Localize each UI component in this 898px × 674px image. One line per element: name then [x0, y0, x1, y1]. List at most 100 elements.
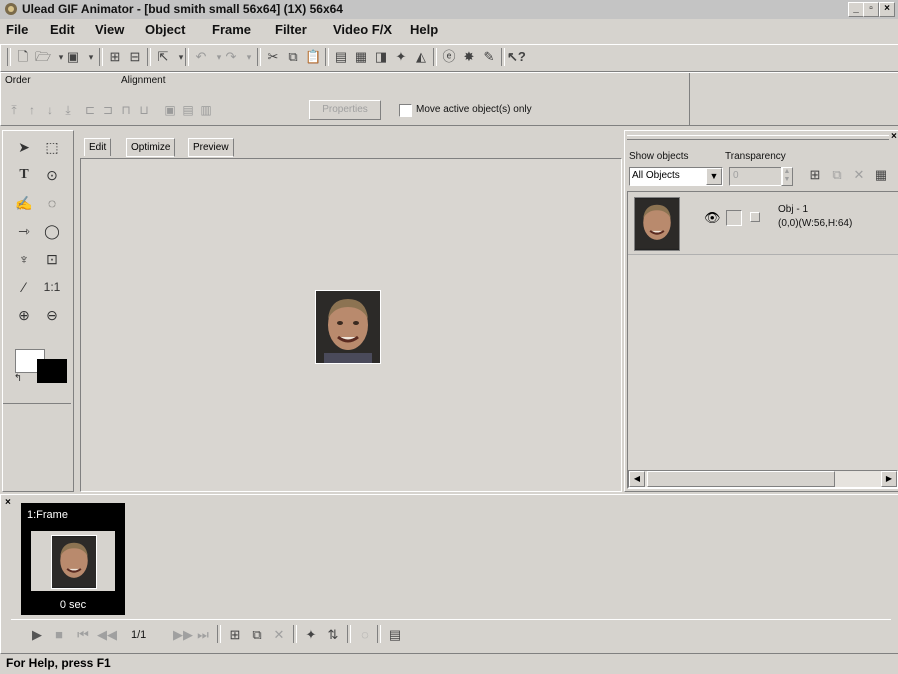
- menu-view[interactable]: View: [95, 22, 124, 37]
- restore-button[interactable]: ▫: [863, 2, 879, 17]
- menu-frame[interactable]: Frame: [212, 22, 251, 37]
- optimize-icon[interactable]: ◨: [373, 49, 389, 65]
- scroll-thumb[interactable]: [647, 471, 835, 487]
- frame-properties-icon[interactable]: ▤: [333, 49, 349, 65]
- canvas-image[interactable]: [315, 290, 381, 364]
- scroll-left-icon[interactable]: ◀: [629, 471, 645, 487]
- foreground-color-swatch[interactable]: [37, 359, 67, 383]
- animation-wizard-icon[interactable]: ✸: [461, 49, 477, 65]
- context-help-icon[interactable]: ↖?: [507, 49, 526, 65]
- save-icon[interactable]: ▣: [65, 49, 81, 65]
- tab-optimize[interactable]: Optimize: [126, 138, 176, 157]
- object-properties-icon[interactable]: ▦: [873, 167, 889, 183]
- ellipse-marquee-icon[interactable]: ⊙: [41, 165, 63, 185]
- last-frame-icon[interactable]: ⏭: [195, 627, 211, 643]
- next-frame-icon[interactable]: ▶▶: [173, 627, 193, 643]
- menu-object[interactable]: Object: [145, 22, 185, 37]
- onion-skin-icon[interactable]: ◌: [357, 627, 373, 643]
- horizontal-scrollbar[interactable]: ◀ ▶: [628, 470, 898, 488]
- crop-tool-icon[interactable]: ⊡: [41, 249, 63, 269]
- export-icon[interactable]: ⇱: [155, 49, 171, 65]
- menu-filter[interactable]: Filter: [275, 22, 307, 37]
- delete-object-icon[interactable]: ✕: [851, 167, 867, 183]
- minimize-button[interactable]: _: [848, 2, 864, 17]
- properties-button[interactable]: Properties: [309, 100, 381, 120]
- align-bottom-icon[interactable]: ▤: [181, 103, 195, 117]
- transparency-input[interactable]: 0: [729, 167, 783, 186]
- duplicate-object-icon[interactable]: ⧉: [829, 167, 845, 183]
- frame-properties-icon[interactable]: ▤: [387, 627, 403, 643]
- panel-grip[interactable]: [627, 135, 889, 140]
- reverse-frames-icon[interactable]: ⇅: [325, 627, 341, 643]
- tab-edit[interactable]: Edit: [84, 138, 112, 156]
- magic-wand-icon[interactable]: ◯: [41, 221, 63, 241]
- bring-to-front-icon[interactable]: ⤒: [7, 103, 21, 117]
- move-active-checkbox[interactable]: [399, 104, 412, 117]
- new-object-icon[interactable]: ⊞: [807, 167, 823, 183]
- previous-frame-icon[interactable]: ◀◀: [97, 627, 117, 643]
- zoom-in-icon[interactable]: ⊕: [13, 305, 35, 325]
- menu-video-fx[interactable]: Video F/X: [333, 22, 392, 37]
- bring-forward-icon[interactable]: ↑: [25, 103, 39, 117]
- tween-frames-icon[interactable]: ✦: [303, 627, 319, 643]
- eraser-tool-icon[interactable]: ⇾: [13, 221, 35, 241]
- scroll-right-icon[interactable]: ▶: [881, 471, 897, 487]
- chevron-down-icon[interactable]: ▼: [706, 168, 722, 185]
- new-file-icon[interactable]: 🗋: [15, 49, 31, 65]
- transparency-spinner[interactable]: ▲ ▼: [781, 167, 793, 186]
- object-properties-icon[interactable]: ▦: [353, 49, 369, 65]
- align-right-icon[interactable]: ⊓: [119, 103, 133, 117]
- browser-preview-icon[interactable]: ⓔ: [441, 49, 457, 65]
- send-to-back-icon[interactable]: ⤓: [61, 103, 75, 117]
- swap-colors-icon[interactable]: ↰: [7, 369, 29, 389]
- edit-image-icon[interactable]: ✎: [481, 49, 497, 65]
- tab-preview[interactable]: Preview: [188, 138, 234, 157]
- zoom-out-icon[interactable]: ⊖: [41, 305, 63, 325]
- pick-tool-icon[interactable]: ➤: [13, 137, 35, 157]
- paste-icon[interactable]: 📋: [305, 49, 321, 65]
- eye-icon[interactable]: 👁: [704, 210, 721, 226]
- add-frame-icon[interactable]: ⊞: [227, 627, 243, 643]
- first-frame-icon[interactable]: ⏮: [75, 627, 91, 643]
- open-file-icon[interactable]: 🗁: [35, 49, 51, 65]
- eyedropper-icon[interactable]: ⁄: [13, 277, 35, 297]
- frame-thumbnail[interactable]: 1:Frame 0 sec: [21, 503, 125, 615]
- undo-icon[interactable]: ↶: [193, 49, 209, 65]
- delete-frame-icon[interactable]: ✕: [271, 627, 287, 643]
- cut-icon[interactable]: ✂: [265, 49, 281, 65]
- align-left-icon[interactable]: ⊏: [83, 103, 97, 117]
- copy-icon[interactable]: ⧉: [285, 49, 301, 65]
- brush-tool-icon[interactable]: ✍: [13, 193, 35, 213]
- align-center-icon[interactable]: ⊐: [101, 103, 115, 117]
- save-dropdown-icon[interactable]: ▾: [83, 49, 99, 65]
- lasso-tool-icon[interactable]: ◌: [41, 193, 63, 213]
- menu-file[interactable]: File: [6, 22, 28, 37]
- tween-icon[interactable]: ✦: [393, 49, 409, 65]
- duplicate-frame-icon[interactable]: ⧉: [249, 627, 265, 643]
- align-middle-icon[interactable]: ▣: [163, 103, 177, 117]
- panel-close-icon[interactable]: ×: [891, 131, 897, 142]
- object-name: Obj - 1: [778, 204, 809, 215]
- menu-edit[interactable]: Edit: [50, 22, 75, 37]
- play-icon[interactable]: ▶: [29, 627, 45, 643]
- align-canvas-icon[interactable]: ▥: [199, 103, 213, 117]
- image-canvas[interactable]: [80, 158, 622, 492]
- stop-icon[interactable]: ■: [51, 627, 67, 643]
- list-item[interactable]: 👁 Obj - 1 (0,0)(W:56,H:64): [628, 192, 898, 255]
- align-top-icon[interactable]: ⊔: [137, 103, 151, 117]
- menu-help[interactable]: Help: [410, 22, 438, 37]
- redo-dropdown-icon[interactable]: ▾: [241, 49, 257, 65]
- frame-panel-close-icon[interactable]: ×: [5, 497, 11, 508]
- banner-text-icon[interactable]: ◭: [413, 49, 429, 65]
- actual-size-icon[interactable]: 1:1: [41, 277, 63, 297]
- close-button[interactable]: ×: [879, 2, 895, 17]
- show-objects-select[interactable]: All Objects ▼: [629, 167, 723, 186]
- fill-tool-icon[interactable]: ♆: [13, 249, 35, 269]
- add-image-icon[interactable]: ⊞: [107, 49, 123, 65]
- text-tool-icon[interactable]: T: [13, 165, 35, 185]
- add-video-icon[interactable]: ⊟: [127, 49, 143, 65]
- lock-checkbox[interactable]: [726, 210, 742, 226]
- redo-icon[interactable]: ↷: [223, 49, 239, 65]
- marquee-tool-icon[interactable]: ⬚: [41, 137, 63, 157]
- send-backward-icon[interactable]: ↓: [43, 103, 57, 117]
